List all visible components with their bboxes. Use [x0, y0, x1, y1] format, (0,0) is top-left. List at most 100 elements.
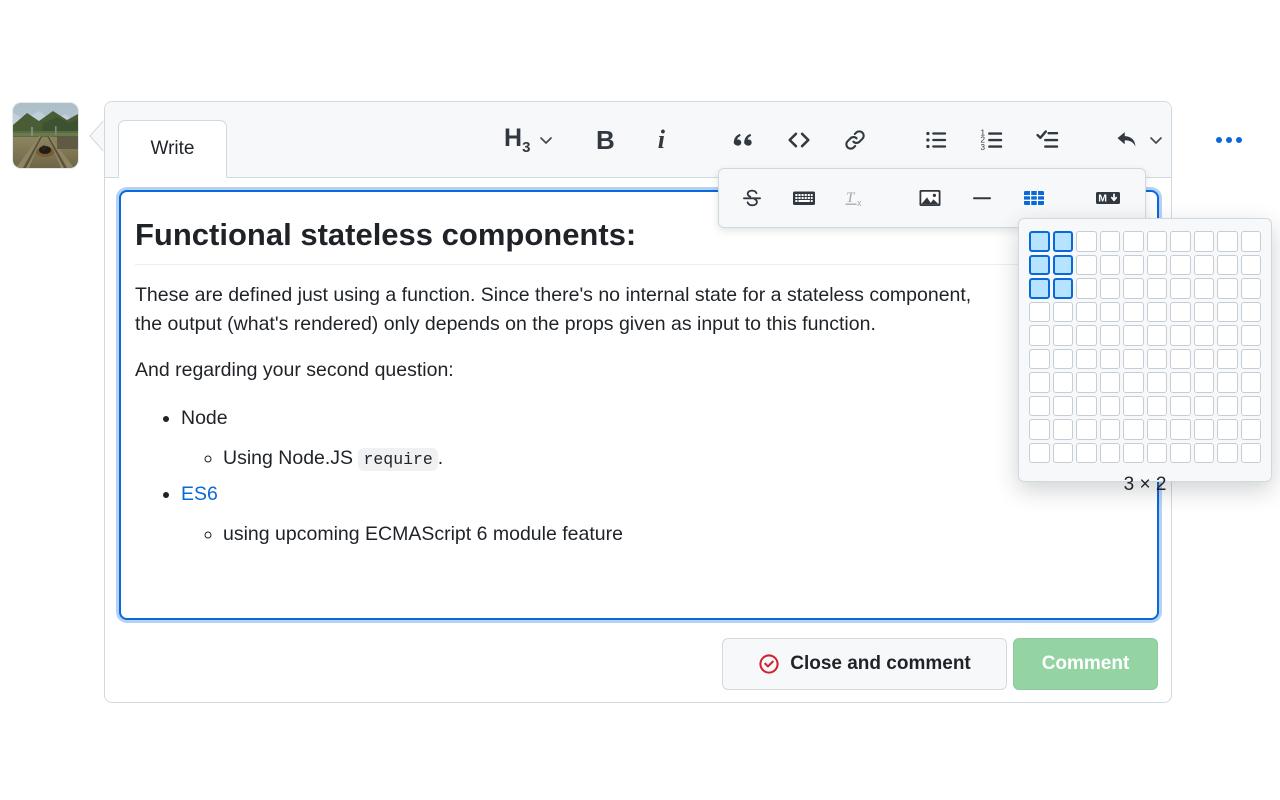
table-size-cell[interactable]	[1217, 348, 1238, 369]
table-size-cell[interactable]	[1123, 419, 1144, 440]
table-size-cell[interactable]	[1170, 348, 1191, 369]
table-size-cell[interactable]	[1076, 419, 1097, 440]
bold-button[interactable]: B	[584, 120, 626, 160]
table-size-cell[interactable]	[1123, 395, 1144, 416]
table-size-cell[interactable]	[1193, 301, 1214, 322]
table-size-cell[interactable]	[1217, 231, 1238, 252]
table-size-cell[interactable]	[1217, 372, 1238, 393]
table-size-cell[interactable]	[1029, 348, 1050, 369]
table-size-cell[interactable]	[1217, 301, 1238, 322]
table-size-cell[interactable]	[1170, 301, 1191, 322]
table-size-cell[interactable]	[1240, 419, 1261, 440]
table-size-cell[interactable]	[1217, 325, 1238, 346]
table-size-cell[interactable]	[1076, 278, 1097, 299]
table-size-cell[interactable]	[1146, 442, 1167, 463]
table-size-cell[interactable]	[1193, 254, 1214, 275]
table-size-cell[interactable]	[1170, 419, 1191, 440]
table-size-cell[interactable]	[1123, 301, 1144, 322]
table-size-cell[interactable]	[1099, 348, 1120, 369]
table-size-cell[interactable]	[1052, 395, 1073, 416]
table-size-cell[interactable]	[1052, 231, 1073, 252]
table-size-cell[interactable]	[1123, 278, 1144, 299]
table-size-cell[interactable]	[1052, 348, 1073, 369]
tab-write[interactable]: Write	[118, 120, 227, 178]
table-size-cell[interactable]	[1076, 442, 1097, 463]
ordered-list-button[interactable]: 1 2 3	[972, 120, 1014, 160]
table-size-cell[interactable]	[1217, 419, 1238, 440]
list-item-link-es6[interactable]: ES6	[181, 483, 218, 505]
table-size-cell[interactable]	[1123, 348, 1144, 369]
avatar[interactable]	[13, 103, 78, 168]
table-size-cell[interactable]	[1240, 372, 1261, 393]
table-size-cell[interactable]	[1217, 395, 1238, 416]
table-size-cell[interactable]	[1170, 372, 1191, 393]
table-size-cell[interactable]	[1217, 254, 1238, 275]
table-size-cell[interactable]	[1052, 419, 1073, 440]
table-size-grid[interactable]	[1029, 231, 1261, 463]
table-size-cell[interactable]	[1123, 372, 1144, 393]
table-size-cell[interactable]	[1123, 231, 1144, 252]
table-size-cell[interactable]	[1052, 278, 1073, 299]
table-size-cell[interactable]	[1052, 301, 1073, 322]
table-size-cell[interactable]	[1052, 372, 1073, 393]
table-size-cell[interactable]	[1193, 372, 1214, 393]
table-size-cell[interactable]	[1240, 254, 1261, 275]
table-size-cell[interactable]	[1193, 419, 1214, 440]
image-button[interactable]	[913, 180, 947, 216]
table-size-cell[interactable]	[1193, 278, 1214, 299]
table-size-cell[interactable]	[1193, 231, 1214, 252]
close-and-comment-button[interactable]: Close and comment	[722, 638, 1007, 690]
task-list-button[interactable]	[1028, 120, 1070, 160]
table-size-cell[interactable]	[1170, 231, 1191, 252]
table-size-cell[interactable]	[1170, 254, 1191, 275]
table-size-cell[interactable]	[1052, 442, 1073, 463]
table-size-cell[interactable]	[1076, 301, 1097, 322]
table-size-cell[interactable]	[1029, 442, 1050, 463]
table-size-cell[interactable]	[1170, 442, 1191, 463]
table-size-cell[interactable]	[1146, 231, 1167, 252]
table-size-cell[interactable]	[1146, 395, 1167, 416]
table-size-cell[interactable]	[1146, 278, 1167, 299]
table-size-cell[interactable]	[1146, 254, 1167, 275]
comment-editor[interactable]: Functional stateless components: These a…	[119, 190, 1159, 620]
table-size-cell[interactable]	[1217, 278, 1238, 299]
table-size-cell[interactable]	[1146, 419, 1167, 440]
table-size-cell[interactable]	[1052, 325, 1073, 346]
table-size-cell[interactable]	[1029, 231, 1050, 252]
table-size-cell[interactable]	[1099, 419, 1120, 440]
table-size-cell[interactable]	[1170, 325, 1191, 346]
keyboard-button[interactable]	[787, 180, 821, 216]
table-size-cell[interactable]	[1123, 254, 1144, 275]
table-size-cell[interactable]	[1123, 442, 1144, 463]
table-size-cell[interactable]	[1029, 325, 1050, 346]
table-button[interactable]	[1017, 180, 1051, 216]
table-size-cell[interactable]	[1099, 395, 1120, 416]
table-size-cell[interactable]	[1076, 372, 1097, 393]
table-size-cell[interactable]	[1240, 231, 1261, 252]
table-size-cell[interactable]	[1099, 278, 1120, 299]
table-size-cell[interactable]	[1099, 442, 1120, 463]
table-size-cell[interactable]	[1029, 278, 1050, 299]
table-size-cell[interactable]	[1076, 231, 1097, 252]
clear-formatting-button[interactable]: T x	[839, 180, 873, 216]
table-size-cell[interactable]	[1217, 442, 1238, 463]
table-size-cell[interactable]	[1029, 419, 1050, 440]
table-size-cell[interactable]	[1193, 395, 1214, 416]
table-size-cell[interactable]	[1146, 348, 1167, 369]
code-button[interactable]	[778, 120, 820, 160]
heading-level-button[interactable]: H3	[500, 120, 558, 160]
table-size-cell[interactable]	[1029, 301, 1050, 322]
table-size-cell[interactable]	[1029, 395, 1050, 416]
table-size-cell[interactable]	[1029, 372, 1050, 393]
table-size-cell[interactable]	[1146, 301, 1167, 322]
table-size-cell[interactable]	[1052, 254, 1073, 275]
table-size-cell[interactable]	[1193, 348, 1214, 369]
table-size-cell[interactable]	[1123, 325, 1144, 346]
table-size-cell[interactable]	[1076, 254, 1097, 275]
table-size-cell[interactable]	[1240, 348, 1261, 369]
table-size-cell[interactable]	[1240, 395, 1261, 416]
italic-button[interactable]: i	[640, 120, 682, 160]
table-size-cell[interactable]	[1193, 442, 1214, 463]
table-size-cell[interactable]	[1076, 325, 1097, 346]
strikethrough-button[interactable]	[735, 180, 769, 216]
